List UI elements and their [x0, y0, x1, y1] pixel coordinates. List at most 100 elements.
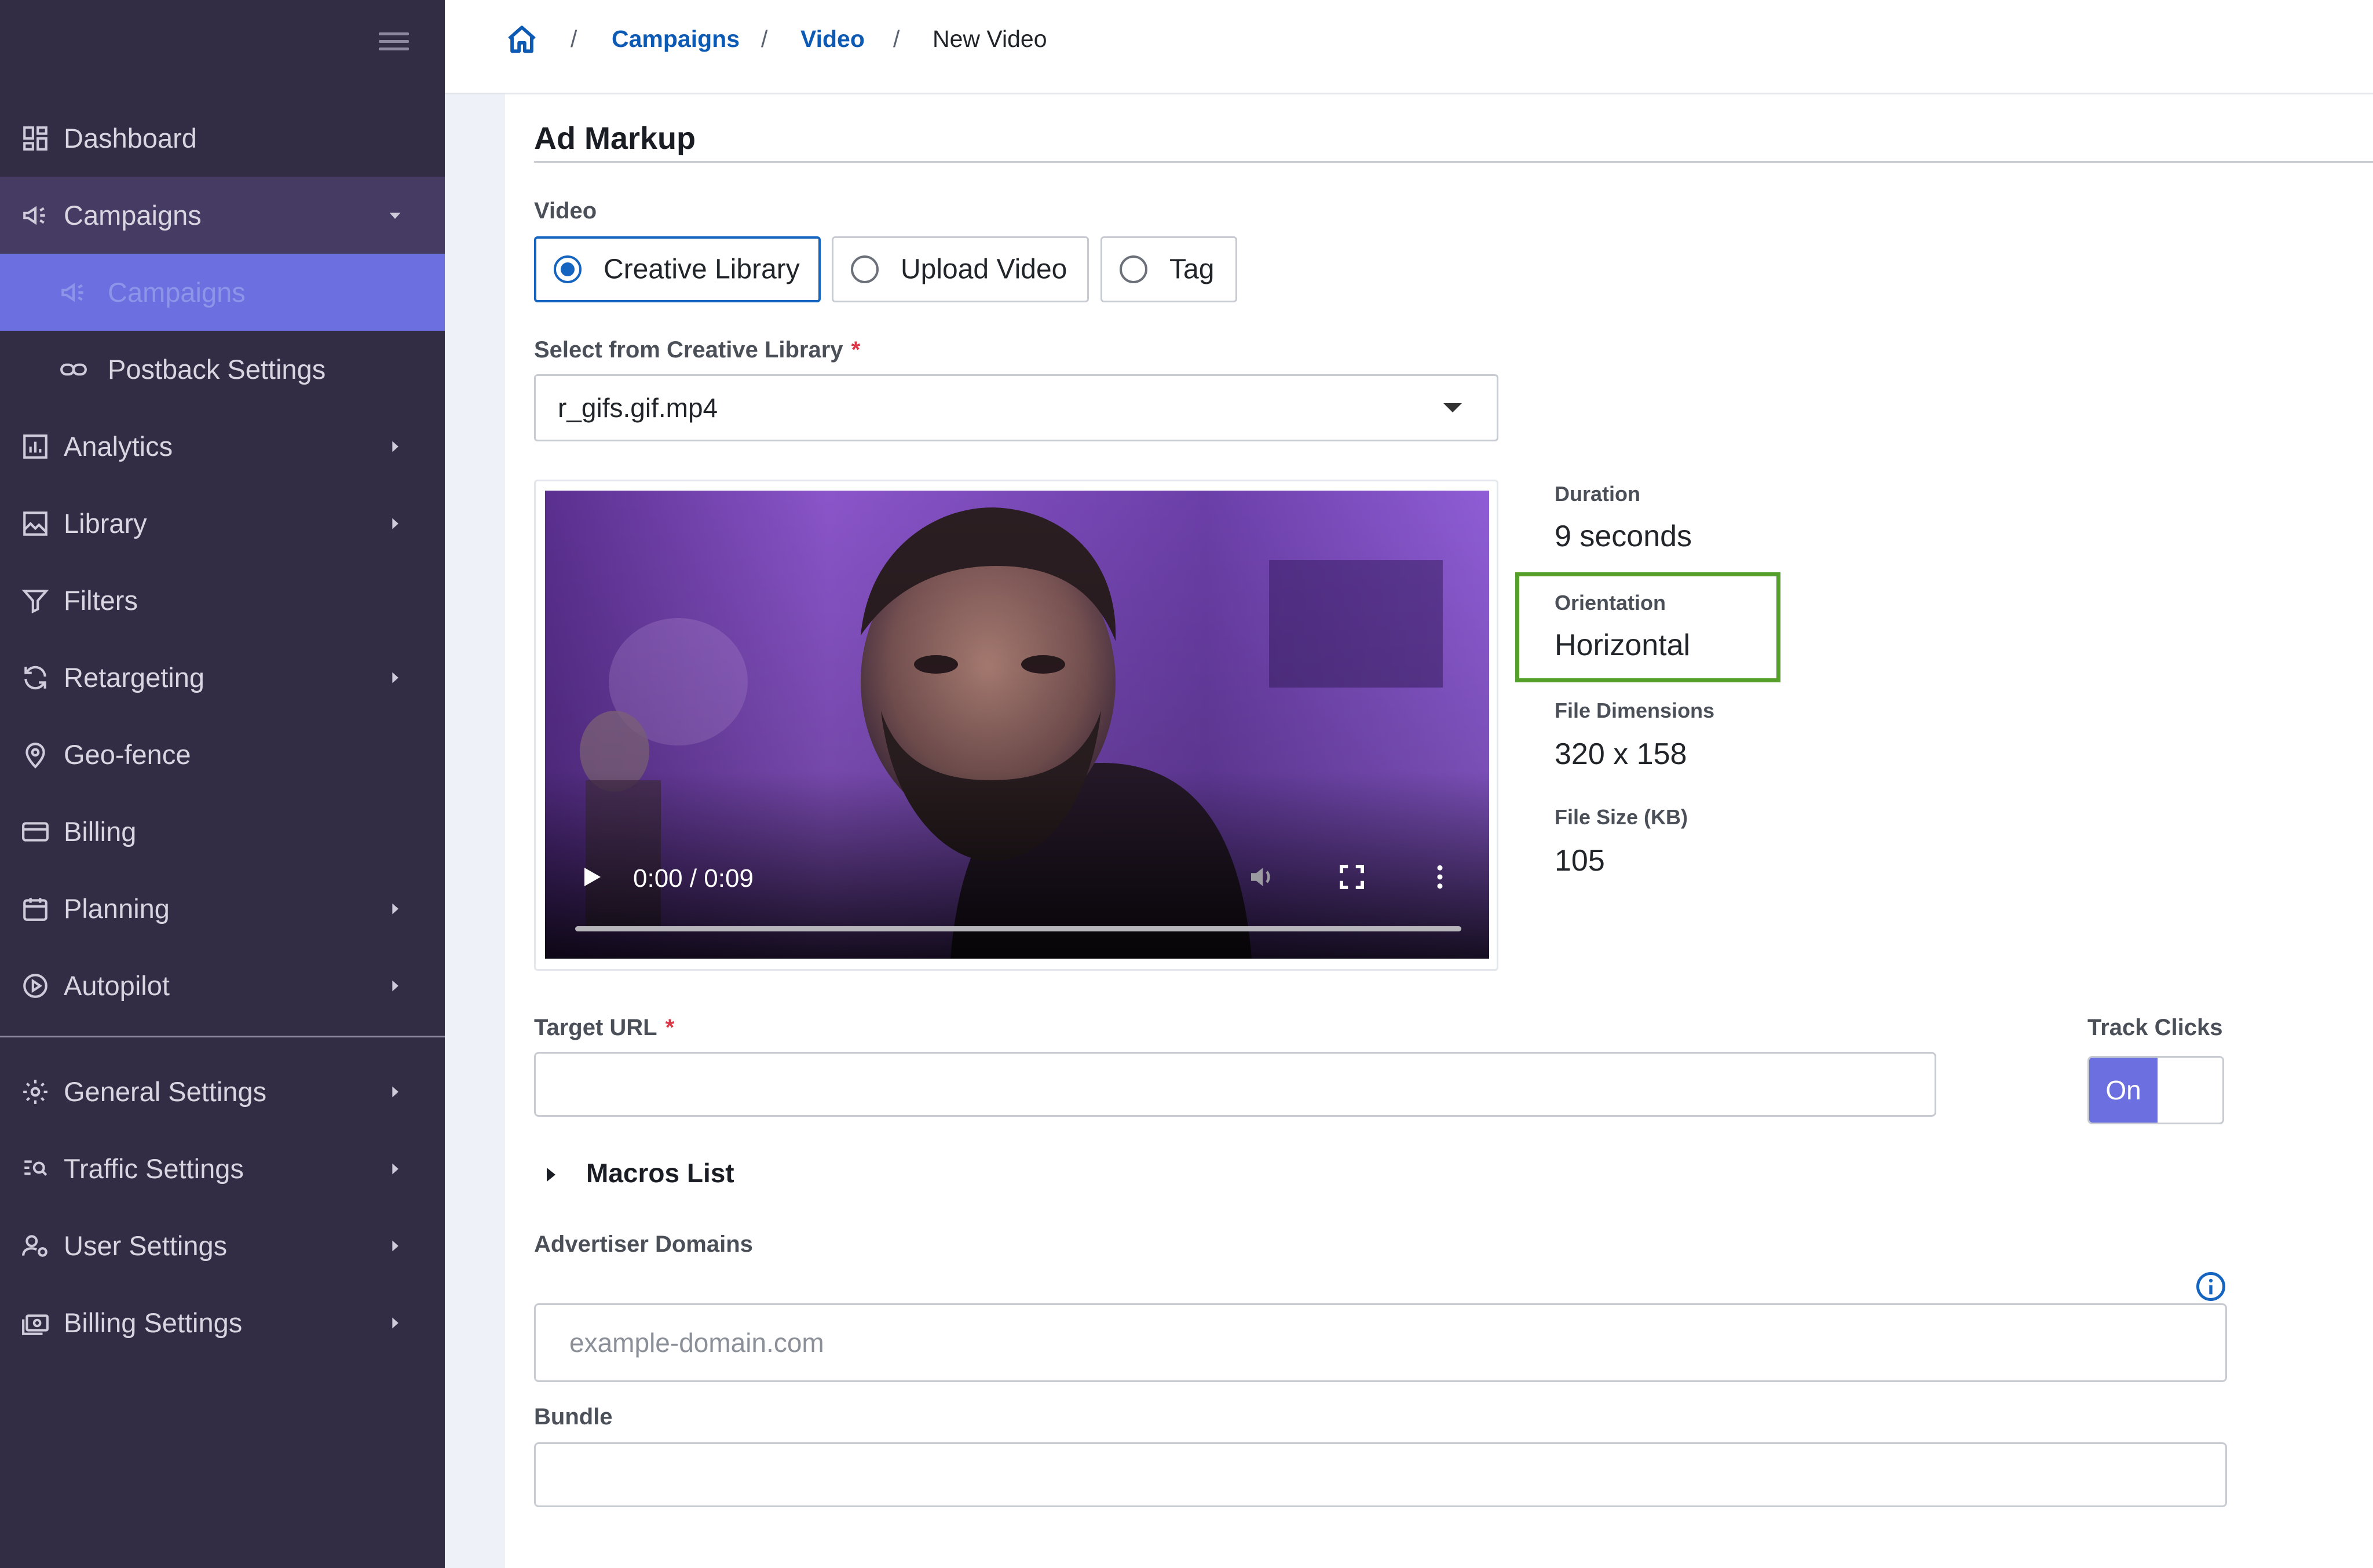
video-time: 0:00 / 0:09 — [633, 864, 754, 893]
target-url-input[interactable] — [534, 1052, 1936, 1117]
chevron-right-icon — [392, 672, 398, 683]
radio-creative-library[interactable]: Creative Library — [534, 236, 821, 302]
sidebar-item-campaigns[interactable]: Campaigns — [0, 177, 445, 254]
traffic-search-icon — [24, 1160, 47, 1176]
sidebar-subitem-postback-settings[interactable]: Postback Settings — [0, 331, 445, 408]
creative-select-label-text: Select from Creative Library — [534, 337, 843, 363]
sidebar-item-traffic-settings[interactable]: Traffic Settings — [0, 1130, 445, 1207]
bar-chart-icon — [23, 434, 47, 459]
chevron-right-icon — [392, 1240, 398, 1251]
file-dimensions-label: File Dimensions — [1555, 699, 1715, 722]
sidebar-item-label: Campaigns — [64, 200, 202, 231]
more-options-icon[interactable] — [1424, 861, 1456, 893]
chevron-right-icon — [392, 518, 398, 529]
toggle-on-label: On — [2089, 1058, 2158, 1123]
sidebar-item-general-settings[interactable]: General Settings — [0, 1053, 445, 1130]
filter-icon — [21, 589, 49, 613]
calendar-icon — [23, 897, 47, 921]
home-icon[interactable] — [505, 23, 539, 57]
play-circle-icon — [23, 973, 47, 998]
sidebar-item-library[interactable]: Library — [0, 485, 445, 562]
chevron-right-icon — [392, 1317, 398, 1328]
money-icon — [22, 1314, 49, 1335]
chevron-right-icon — [392, 441, 398, 452]
sidebar-item-label: Postback Settings — [108, 354, 326, 385]
play-icon[interactable] — [577, 861, 605, 893]
fullscreen-icon[interactable] — [1336, 861, 1368, 893]
sidebar-item-label: Traffic Settings — [64, 1153, 244, 1184]
info-icon[interactable] — [2195, 1271, 2226, 1302]
target-url-label-text: Target URL — [534, 1015, 657, 1040]
user-gear-icon — [22, 1234, 47, 1257]
creative-library-select[interactable]: r_gifs.gif.mp4 — [534, 374, 1498, 441]
radio-selected-icon — [554, 255, 582, 283]
sidebar-item-filters[interactable]: Filters — [0, 562, 445, 639]
chevron-down-icon — [389, 212, 401, 219]
sidebar-item-label: General Settings — [64, 1076, 267, 1107]
sidebar-item-label: Library — [64, 508, 147, 539]
creative-select-label: Select from Creative Library * — [534, 337, 860, 363]
bundle-input[interactable] — [534, 1442, 2227, 1507]
sidebar-item-geo-fence[interactable]: Geo-fence — [0, 716, 445, 793]
credit-card-icon — [22, 821, 49, 842]
megaphone-icon — [23, 206, 45, 225]
sidebar-subitem-campaigns[interactable]: Campaigns — [0, 254, 445, 331]
video-source-label: Video — [534, 198, 597, 224]
chevron-down-icon — [1443, 403, 1462, 412]
sidebar-item-label: User Settings — [64, 1230, 228, 1261]
orientation-value: Horizontal — [1555, 628, 1691, 662]
track-clicks-toggle[interactable]: On — [2087, 1056, 2224, 1124]
duration-value: 9 seconds — [1555, 520, 1692, 553]
sidebar-item-label: Geo-fence — [64, 739, 191, 770]
sidebar-item-retargeting[interactable]: Retargeting — [0, 639, 445, 716]
sidebar-item-user-settings[interactable]: User Settings — [0, 1207, 445, 1284]
radio-unselected-icon — [1120, 255, 1147, 283]
radio-tag[interactable]: Tag — [1100, 236, 1237, 302]
breadcrumb-campaigns-link[interactable]: Campaigns — [612, 25, 740, 53]
sidebar-item-dashboard[interactable]: Dashboard — [0, 100, 445, 177]
bundle-label: Bundle — [534, 1404, 613, 1430]
radio-unselected-icon — [851, 255, 879, 283]
gear-icon — [23, 1079, 47, 1104]
file-size-value: 105 — [1555, 844, 1605, 878]
sidebar-divider — [0, 1036, 445, 1037]
video-player[interactable]: 0:00 / 0:09 — [545, 491, 1489, 959]
sidebar-item-autopilot[interactable]: Autopilot — [0, 947, 445, 1024]
radio-label: Tag — [1169, 254, 1215, 285]
macros-list-label: Macros List — [586, 1158, 734, 1188]
advertiser-domains-label: Advertiser Domains — [534, 1231, 753, 1257]
radio-upload-video[interactable]: Upload Video — [832, 236, 1089, 302]
breadcrumb-video-link[interactable]: Video — [800, 25, 865, 53]
sidebar-item-label: Campaigns — [108, 277, 246, 308]
video-progress-bar[interactable] — [575, 926, 1461, 931]
advertiser-domains-input[interactable] — [534, 1303, 2227, 1382]
target-url-label: Target URL * — [534, 1015, 674, 1041]
hamburger-menu-icon[interactable] — [379, 32, 409, 52]
required-mark: * — [665, 1015, 675, 1040]
content-gutter — [445, 94, 505, 1568]
radio-label: Creative Library — [604, 254, 800, 285]
chevron-right-icon — [392, 980, 398, 991]
megaphone-icon — [61, 283, 83, 302]
section-divider — [534, 161, 2373, 163]
volume-icon[interactable] — [1246, 861, 1277, 893]
sidebar-item-label: Planning — [64, 893, 170, 924]
sidebar-item-billing-settings[interactable]: Billing Settings — [0, 1284, 445, 1361]
orientation-highlight — [1515, 572, 1780, 682]
sidebar-item-billing[interactable]: Billing — [0, 793, 445, 870]
duration-label: Duration — [1555, 482, 1640, 506]
file-size-label: File Size (KB) — [1555, 805, 1688, 829]
breadcrumb-separator: / — [893, 25, 900, 52]
sidebar-item-planning[interactable]: Planning — [0, 870, 445, 947]
file-dimensions-value: 320 x 158 — [1555, 737, 1687, 771]
sidebar-item-analytics[interactable]: Analytics — [0, 408, 445, 485]
sidebar-item-label: Billing — [64, 816, 137, 847]
select-value: r_gifs.gif.mp4 — [558, 393, 718, 423]
map-pin-icon — [25, 742, 45, 769]
image-icon — [23, 511, 47, 536]
section-title: Ad Markup — [534, 121, 696, 156]
video-preview-frame: 0:00 / 0:09 — [534, 480, 1498, 971]
sidebar-item-label: Analytics — [64, 431, 173, 462]
breadcrumb: / Campaigns / Video / New Video — [445, 0, 2373, 94]
breadcrumb-separator: / — [761, 25, 768, 52]
